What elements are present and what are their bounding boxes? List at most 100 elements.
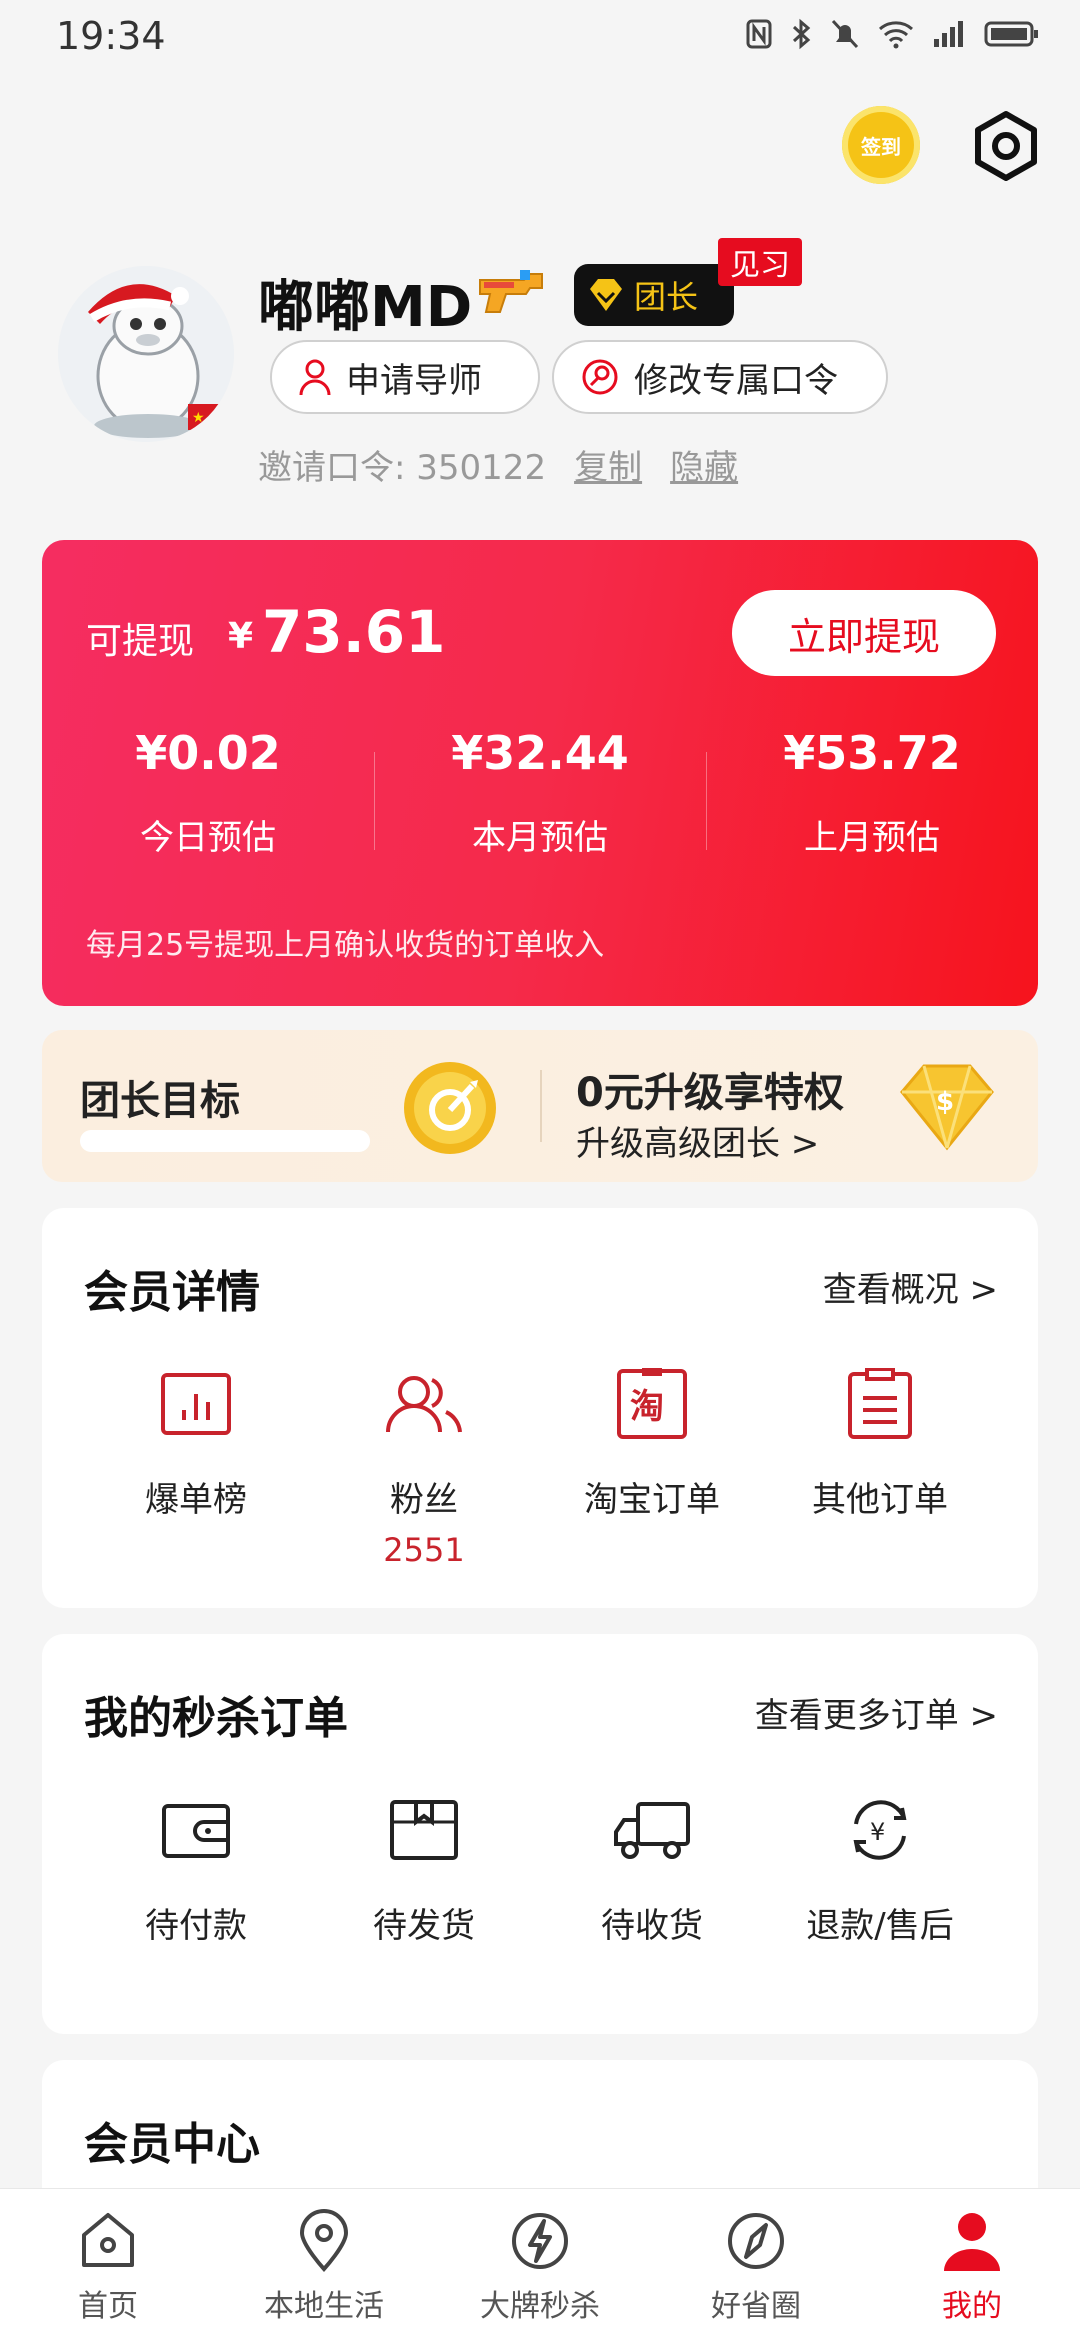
nav-flash-sale-label: 大牌秒杀 (480, 2289, 600, 2324)
nav-circle[interactable]: 好省圈 (648, 2189, 864, 2340)
taobao-orders-label: 淘宝订单 (584, 1480, 720, 1520)
withdraw-button[interactable]: 立即提现 (732, 590, 996, 676)
signin-button[interactable]: 签到 (842, 106, 920, 184)
truck-icon (614, 1802, 690, 1859)
invite-row: 邀请口令: 350122 复制 隐藏 (258, 440, 738, 489)
nfc-icon (746, 19, 772, 49)
diamond-icon (590, 279, 622, 311)
fans-label: 粉丝 (390, 1480, 458, 1520)
wallet-icon (162, 1804, 230, 1858)
hot-list-item[interactable]: 爆单榜 (82, 1356, 310, 1521)
refund-icon: ¥ (853, 1800, 907, 1860)
earnings-card: 可提现 ¥ 73.61 立即提现 ¥0.02 今日预估 ¥32.44 本月预估 … (42, 540, 1038, 1006)
taobao-glyph: 淘 (630, 1387, 664, 1427)
refund-item[interactable]: ¥ 退款/售后 (766, 1782, 994, 1947)
member-details-title: 会员详情 (84, 1267, 260, 1318)
invite-code: 350122 (416, 448, 547, 488)
chart-icon (161, 1373, 231, 1435)
other-orders-item[interactable]: 其他订单 (766, 1356, 994, 1521)
edit-code-label: 修改专属口令 (634, 360, 838, 401)
box-icon (390, 1800, 458, 1860)
svg-text:¥: ¥ (870, 1818, 885, 1846)
stat-last-month: ¥53.72 上月预估 (706, 726, 1038, 859)
compass-icon (728, 2213, 784, 2269)
badge-label: 团长 (634, 278, 699, 316)
withdrawable-amount: 73.61 (262, 598, 446, 666)
pending-receive-item[interactable]: 待收货 (538, 1782, 766, 1947)
stat-value: ¥32.44 (451, 726, 629, 780)
stat-value: ¥53.72 (783, 726, 961, 780)
orders-icon (848, 1368, 912, 1439)
fans-item[interactable]: 粉丝 2551 (310, 1356, 538, 1569)
nav-local-label: 本地生活 (264, 2289, 384, 2324)
nav-mine[interactable]: 我的 (864, 2189, 1080, 2340)
nav-mine-label: 我的 (942, 2289, 1002, 2324)
edit-code-button[interactable]: 修改专属口令 (552, 340, 888, 414)
nav-flash-sale[interactable]: 大牌秒杀 (432, 2189, 648, 2340)
taobao-icon: 淘 (617, 1368, 687, 1439)
copy-link[interactable]: 复制 (574, 440, 642, 489)
profile-icon (944, 2213, 1000, 2271)
currency-symbol: ¥ (228, 616, 254, 657)
stat-value: ¥0.02 (135, 726, 281, 780)
flash-orders-card: 我的秒杀订单 查看更多订单 > 待付款 待发货 待收货 ¥ 退款/售后 (42, 1634, 1038, 2034)
mute-icon (831, 19, 859, 49)
trial-tag: 见习 (718, 238, 802, 286)
fans-count: 2551 (383, 1531, 465, 1569)
nickname: 嘟嘟MD (258, 275, 473, 340)
upgrade-title: 0元升级享特权 (576, 1070, 844, 1116)
earnings-note: 每月25号提现上月确认收货的订单收入 (86, 928, 605, 963)
pending-payment-label: 待付款 (145, 1906, 247, 1946)
stat-label: 上月预估 (804, 818, 940, 858)
pending-receive-label: 待收货 (601, 1906, 703, 1946)
nav-home[interactable]: 首页 (0, 2189, 216, 2340)
key-search-icon (582, 359, 618, 395)
signal-icon (934, 21, 963, 47)
wifi-icon (879, 21, 913, 49)
member-details-card: 会员详情 查看概况 > 爆单榜 粉丝 2551 淘 淘宝订单 其他订单 (42, 1208, 1038, 1608)
status-icons (746, 18, 1040, 50)
pending-ship-item[interactable]: 待发货 (310, 1782, 538, 1947)
fans-icon (386, 1376, 462, 1433)
hide-link[interactable]: 隐藏 (670, 440, 738, 489)
pending-payment-item[interactable]: 待付款 (82, 1782, 310, 1947)
nav-home-label: 首页 (78, 2289, 138, 2324)
hot-list-label: 爆单榜 (145, 1480, 247, 1520)
refund-label: 退款/售后 (806, 1906, 954, 1946)
captain-divider (540, 1070, 542, 1142)
signin-label: 签到 (861, 134, 901, 159)
invite-label: 邀请口令: 350122 (258, 440, 546, 489)
captain-goal-title: 团长目标 (80, 1078, 240, 1124)
taobao-orders-item[interactable]: 淘 淘宝订单 (538, 1356, 766, 1521)
nav-local[interactable]: 本地生活 (216, 2189, 432, 2340)
stat-label: 今日预估 (140, 818, 276, 858)
upgrade-subtitle[interactable]: 升级高级团长 > (576, 1116, 819, 1165)
flash-icon (512, 2213, 568, 2269)
diamond-badge-icon: $ (900, 1064, 994, 1151)
apply-mentor-label: 申请导师 (346, 360, 482, 401)
captain-badge[interactable]: 团长 (574, 264, 734, 326)
settings-button[interactable] (966, 106, 1046, 186)
bottom-nav: 首页 本地生活 大牌秒杀 好省圈 我的 (0, 2188, 1080, 2340)
view-overview-link[interactable]: 查看概况 > (823, 1262, 998, 1311)
apply-mentor-button[interactable]: 申请导师 (270, 340, 540, 414)
avatar[interactable]: ★ (58, 266, 234, 442)
pending-ship-label: 待发货 (373, 1906, 475, 1946)
home-icon (82, 2213, 134, 2267)
svg-text:$: $ (936, 1087, 954, 1117)
svg-text:★: ★ (192, 410, 205, 426)
water-gun-icon (479, 270, 543, 313)
nav-circle-label: 好省圈 (711, 2289, 801, 2324)
captain-banner[interactable]: 团长目标 0元升级享特权 升级高级团长 > $ (42, 1030, 1038, 1182)
view-more-orders-link[interactable]: 查看更多订单 > (755, 1688, 998, 1737)
bluetooth-icon (792, 18, 811, 50)
location-icon (299, 2209, 349, 2272)
settings-hex-icon (975, 111, 1037, 181)
status-time: 19:34 (56, 14, 166, 58)
invite-label-text: 邀请口令: (258, 448, 406, 488)
status-bar: 19:34 (0, 0, 1080, 76)
battery-icon (984, 21, 1038, 47)
other-orders-label: 其他订单 (812, 1480, 948, 1520)
flash-orders-title: 我的秒杀订单 (84, 1693, 348, 1744)
stat-this-month: ¥32.44 本月预估 (374, 726, 706, 859)
